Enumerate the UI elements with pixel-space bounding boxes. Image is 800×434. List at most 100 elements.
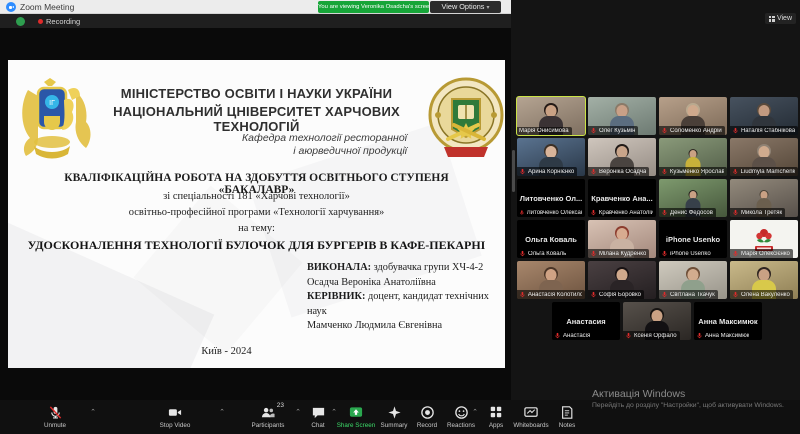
participants-count-badge: 23 [276, 402, 284, 409]
participant-tile[interactable]: Соломенко Андрій [659, 97, 727, 135]
camera-icon [167, 404, 183, 420]
participant-name: Ксенія Орфало [634, 332, 677, 339]
slide-speciality: зі спеціальності 181 «Харчові технології… [163, 191, 350, 202]
participant-tile[interactable]: Марія Олексієнко [730, 220, 798, 258]
view-options-button[interactable]: View Options ▾ [430, 1, 501, 13]
muted-mic-icon [554, 332, 561, 339]
participant-name: Мілана Кудренко [599, 250, 647, 257]
participant-tile[interactable]: Марія Онисимова [516, 96, 586, 136]
unmute-caret[interactable]: ⌃ [90, 408, 96, 416]
recording-dot-icon [38, 19, 43, 24]
slide-header-line1: МІНІСТЕРСТВО ОСВІТИ І НАУКИ УКРАЇНИ [120, 86, 393, 101]
participant-name: Світлана Ткачук [670, 291, 715, 298]
title-bar: Zoom Meeting You are viewing Veronika Os… [0, 0, 511, 14]
slide-department: Кафедра технології ресторанної і аюрведи… [241, 132, 407, 157]
encryption-shield-icon[interactable] [16, 16, 25, 26]
participant-name: Софія Боровко [599, 291, 642, 298]
participant-tile[interactable]: Вероніка Осадча [588, 138, 656, 176]
participant-nametag: Марія Олексієнко [730, 249, 793, 258]
participant-tile[interactable]: Софія Боровко [588, 261, 656, 299]
participant-name: Кравченко Анатолій [598, 209, 653, 216]
chat-icon [311, 404, 326, 420]
participant-nametag: Світлана Ткачук [659, 290, 718, 299]
svg-text:ІГ: ІГ [49, 100, 55, 107]
muted-mic-icon [590, 250, 597, 257]
participant-nametag: Кузьменко Ярослав [659, 167, 727, 176]
participants-panel: View Марія Онисимова Олег Кузьмін Соломе… [511, 0, 800, 400]
participant-nametag: Анастасія Колотило [517, 290, 585, 299]
participant-name: Анастасія [563, 332, 591, 339]
participant-name: Вероніка Осадча [599, 168, 647, 175]
stop-video-caret[interactable]: ⌃ [219, 408, 225, 416]
participant-nametag: Софія Боровко [588, 290, 645, 299]
participant-name: Анна Максимюк [705, 332, 750, 339]
participant-tile[interactable]: Анна Максимюк Анна Максимюк [694, 302, 762, 340]
slide-program: освітньо-професійної програми «Технологі… [128, 207, 385, 218]
unmute-button[interactable]: Unmute [26, 404, 84, 429]
participant-name: Марія Онисимова [519, 128, 569, 134]
participant-tile[interactable]: Мілана Кудренко [588, 220, 656, 258]
participants-icon: 23 [260, 402, 284, 420]
share-icon [348, 404, 364, 420]
slide-theme-label: на тему: [238, 223, 275, 234]
muted-mic-icon [519, 168, 526, 175]
participant-name: Анастасія Колотило [527, 291, 582, 298]
slide-header-line2: НАЦІОНАЛЬНИЙ ЦНІВЕРСИТЕТ ХАРЧОВИХ ТЕХНОЛ… [113, 104, 400, 134]
participant-tile[interactable]: Кузьменко Ярослав [659, 138, 727, 176]
participant-tile[interactable]: Олег Кузьмін [588, 97, 656, 135]
muted-mic-icon [661, 250, 668, 257]
participant-tile[interactable]: Liudmyla Mamchenko [730, 138, 798, 176]
muted-mic-icon [732, 250, 739, 257]
participant-nametag: Анастасія [552, 331, 594, 340]
muted-mic-icon [732, 291, 739, 298]
notes-button[interactable]: Notes [538, 404, 596, 429]
participant-name: Соломенко Андрій [670, 127, 722, 134]
muted-mic-icon [661, 168, 668, 175]
whiteboard-icon [523, 404, 539, 420]
muted-mic-icon [590, 127, 597, 134]
chevron-down-icon: ▾ [486, 5, 490, 11]
participant-nametag: Анна Максимюк [694, 331, 753, 340]
screen-share-banner: You are viewing Veronika Osadcha's scree… [318, 1, 429, 13]
stop-video-button[interactable]: Stop Video [146, 404, 204, 429]
zoom-meeting-window: Zoom Meeting You are viewing Veronika Os… [0, 0, 800, 434]
participant-nametag: Кравченко Анатолій [588, 208, 656, 217]
participant-nametag: Денис Федосов [659, 208, 716, 217]
windows-activation-watermark: Активація Windows Перейдіть до розділу "… [592, 388, 784, 409]
participant-tile[interactable]: Кравченко Ана... Кравченко Анатолій [588, 179, 656, 217]
muted-mic-icon [590, 291, 597, 298]
participant-nametag: Ольга Коваль [517, 249, 570, 258]
participant-tile[interactable]: Ольга Коваль Ольга Коваль [517, 220, 585, 258]
participant-tile[interactable]: iPhone Usenko iPhone Usenko [659, 220, 727, 258]
participant-tile[interactable]: Микола Третяк [730, 179, 798, 217]
participant-nametag: iPhone Usenko [659, 249, 714, 258]
participant-tile[interactable]: Анастасия Анастасія [552, 302, 620, 340]
recording-indicator: Recording [38, 17, 80, 26]
muted-mic-icon [732, 168, 739, 175]
gallery-view-button[interactable]: View [764, 13, 796, 24]
muted-mic-icon [519, 209, 525, 216]
muted-mic-icon [590, 168, 597, 175]
participant-tile[interactable]: Олена Вакуленко [730, 261, 798, 299]
participant-tile[interactable]: Світлана Ткачук [659, 261, 727, 299]
apps-icon [489, 404, 503, 420]
participant-tile[interactable]: Денис Федосов [659, 179, 727, 217]
slide-theme-title: УДОСКОНАЛЕННЯ ТЕХНОЛОГІЇ БУЛОЧОК ДЛЯ БУР… [27, 238, 486, 252]
participant-nametag: Литовченко Олександра [517, 208, 585, 217]
participant-nametag: Вероніка Осадча [588, 167, 650, 176]
participant-name: Олег Кузьмін [599, 127, 636, 134]
participant-nametag: Микола Третяк [730, 208, 786, 217]
panel-scrollbar[interactable] [512, 150, 515, 192]
slide-credits-block: ВИКОНАЛА: здобувачка групи ХЧ-4-2 Осадча… [307, 262, 489, 331]
participant-tile[interactable]: Наталія Стабнікова [730, 97, 798, 135]
muted-mic-icon [625, 332, 632, 339]
notes-icon [560, 404, 574, 420]
mic-muted-icon [48, 404, 63, 420]
participant-tile[interactable]: Анастасія Колотило [517, 261, 585, 299]
participant-tile[interactable]: Литовченко Ол...Литовченко Олександра [517, 179, 585, 217]
participant-tile[interactable]: Ксенія Орфало [623, 302, 691, 340]
participant-tile[interactable]: Арина Корнієнко [517, 138, 585, 176]
muted-mic-icon [661, 209, 668, 216]
ministry-emblem: ІГ [14, 76, 106, 167]
muted-mic-icon [732, 127, 739, 134]
